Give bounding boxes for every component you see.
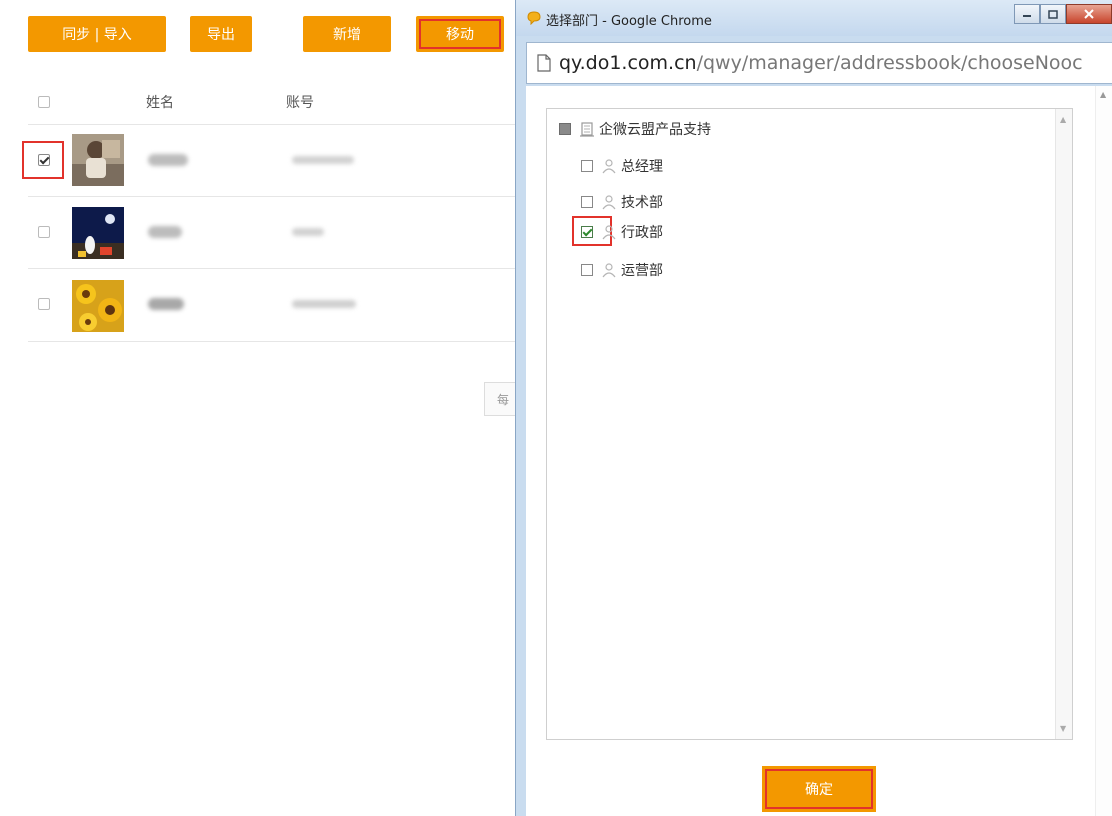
avatar-sunflower-photo bbox=[72, 280, 124, 332]
person-group-icon bbox=[602, 159, 616, 174]
row-checkbox-3[interactable] bbox=[38, 298, 50, 310]
tree-node-checkbox[interactable] bbox=[581, 226, 593, 238]
tree-node-tech-dept[interactable]: 技术部 bbox=[581, 192, 663, 212]
avatar-child-photo bbox=[72, 134, 124, 186]
minimize-button[interactable] bbox=[1014, 4, 1040, 24]
building-icon bbox=[580, 122, 594, 137]
sync-import-button[interactable]: 同步 | 导入 bbox=[28, 16, 166, 52]
person-group-icon bbox=[602, 195, 616, 210]
tree-scrollbar[interactable]: ▲ ▼ bbox=[1055, 109, 1072, 739]
tree-node-admin-dept[interactable]: 行政部 bbox=[581, 222, 663, 242]
blurred-account bbox=[292, 156, 354, 164]
scroll-up-icon[interactable]: ▲ bbox=[1100, 90, 1106, 99]
avatar-night-photo bbox=[72, 207, 124, 259]
tree-node-checkbox[interactable] bbox=[581, 264, 593, 276]
divider bbox=[28, 196, 520, 197]
blurred-name bbox=[148, 298, 184, 310]
export-button[interactable]: 导出 bbox=[190, 16, 252, 52]
page-scrollbar[interactable]: ▲ bbox=[1095, 86, 1112, 816]
tree-node-label: 技术部 bbox=[621, 195, 663, 211]
divider bbox=[28, 341, 520, 342]
row-checkbox-1[interactable] bbox=[38, 154, 50, 166]
tree-node-checkbox[interactable] bbox=[581, 160, 593, 172]
add-button[interactable]: 新增 bbox=[303, 16, 391, 52]
row-checkbox-2[interactable] bbox=[38, 226, 50, 238]
chat-cloud-icon bbox=[527, 11, 541, 25]
minimize-icon bbox=[1023, 15, 1031, 17]
window-titlebar[interactable]: 选择部门 - Google Chrome bbox=[516, 0, 1112, 36]
member-list-page: 同步 | 导入 导出 新增 移动 姓名 账号 每 bbox=[0, 0, 521, 816]
person-group-icon bbox=[602, 225, 616, 240]
popup-content: ▲ ▲ ▼ 企微云盟产品支持 总经理 技术部 行政部 运营部 确定 bbox=[526, 86, 1112, 816]
blurred-name bbox=[148, 226, 182, 238]
blurred-account bbox=[292, 300, 356, 308]
tree-node-label: 行政部 bbox=[621, 225, 663, 241]
tree-root-checkbox[interactable] bbox=[559, 123, 571, 135]
select-all-checkbox[interactable] bbox=[38, 96, 50, 108]
department-chooser-window: 选择部门 - Google Chrome qy.do1.com.cn/qwy/m… bbox=[515, 0, 1112, 816]
tree-node-general-manager[interactable]: 总经理 bbox=[581, 156, 663, 176]
tree-root[interactable]: 企微云盟产品支持 bbox=[559, 119, 711, 139]
department-tree: ▲ ▼ 企微云盟产品支持 总经理 技术部 行政部 运营部 bbox=[546, 108, 1073, 740]
confirm-button[interactable]: 确定 bbox=[762, 766, 876, 812]
column-header-name: 姓名 bbox=[146, 95, 174, 111]
url-path: /qwy/manager/addressbook/chooseNooc bbox=[696, 52, 1083, 74]
address-bar[interactable]: qy.do1.com.cn/qwy/manager/addressbook/ch… bbox=[526, 42, 1112, 84]
scroll-down-icon[interactable]: ▼ bbox=[1060, 724, 1066, 733]
window-title: 选择部门 - Google Chrome bbox=[546, 14, 712, 29]
tree-node-checkbox[interactable] bbox=[581, 196, 593, 208]
tree-root-label: 企微云盟产品支持 bbox=[599, 122, 711, 138]
page-icon bbox=[537, 54, 551, 72]
maximize-button[interactable] bbox=[1040, 4, 1066, 24]
close-icon bbox=[1084, 9, 1094, 19]
person-group-icon bbox=[602, 263, 616, 278]
close-button[interactable] bbox=[1066, 4, 1112, 24]
blurred-name bbox=[148, 154, 188, 166]
divider bbox=[28, 124, 520, 125]
scroll-up-icon[interactable]: ▲ bbox=[1060, 115, 1066, 124]
page-size-label: 每 bbox=[496, 392, 509, 407]
tree-node-label: 总经理 bbox=[621, 159, 663, 175]
divider bbox=[28, 268, 520, 269]
blurred-account bbox=[292, 228, 324, 236]
column-header-account: 账号 bbox=[286, 95, 314, 111]
maximize-icon bbox=[1048, 9, 1058, 19]
move-button[interactable]: 移动 bbox=[416, 16, 504, 52]
tree-node-label: 运营部 bbox=[621, 263, 663, 279]
tree-node-operations-dept[interactable]: 运营部 bbox=[581, 260, 663, 280]
url-host: qy.do1.com.cn bbox=[559, 52, 697, 74]
